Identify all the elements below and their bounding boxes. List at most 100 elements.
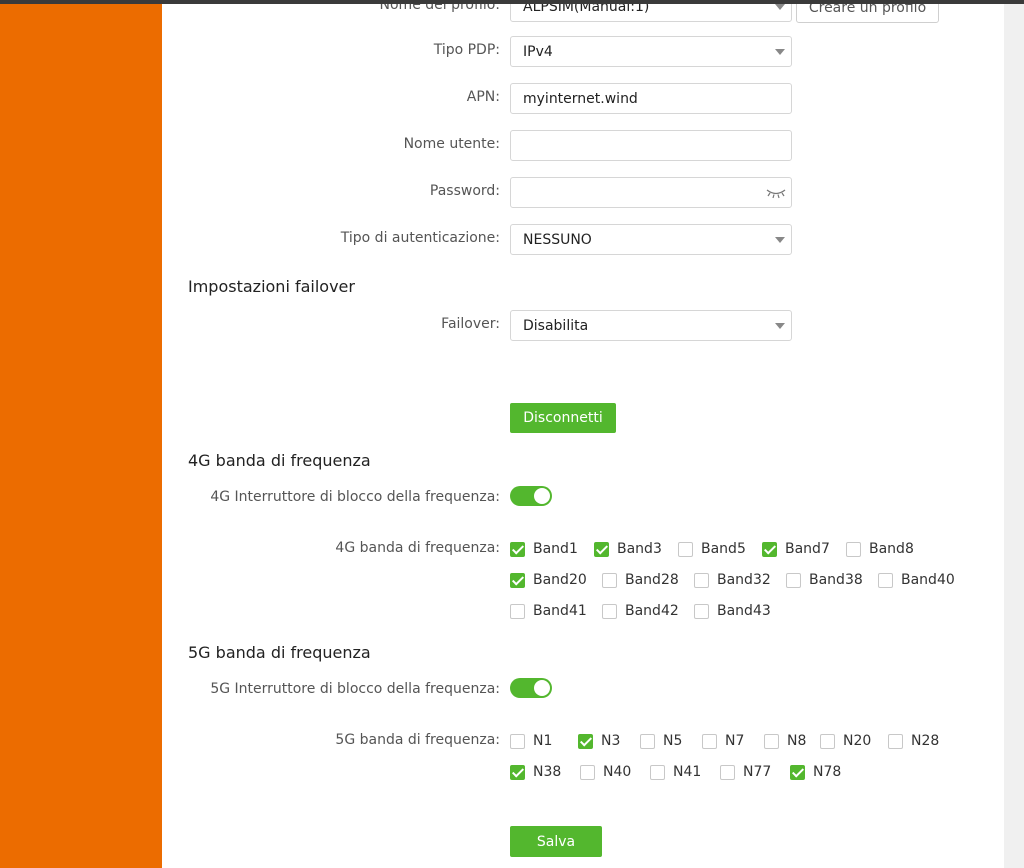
checkbox-empty-icon[interactable] bbox=[640, 733, 655, 749]
band-checkbox-label: Band28 bbox=[625, 572, 679, 588]
failover-section-title: Impostazioni failover bbox=[188, 277, 355, 296]
failover-label: Failover: bbox=[441, 316, 500, 332]
band-checkbox[interactable]: Band43 bbox=[694, 602, 771, 620]
checkbox-empty-icon[interactable] bbox=[694, 572, 709, 588]
band-checkbox[interactable]: Band40 bbox=[878, 571, 955, 589]
checkbox-empty-icon[interactable] bbox=[602, 603, 617, 619]
band-checkbox[interactable]: N8 bbox=[764, 732, 806, 750]
band-checkbox-label: N28 bbox=[911, 733, 940, 749]
band-checkbox[interactable]: N20 bbox=[820, 732, 871, 750]
checkbox-empty-icon[interactable] bbox=[720, 764, 735, 780]
checkbox-empty-icon[interactable] bbox=[846, 541, 861, 557]
band-checkbox-label: Band8 bbox=[869, 541, 914, 557]
band-checkbox-label: Band32 bbox=[717, 572, 771, 588]
band-checkbox[interactable]: Band28 bbox=[602, 571, 679, 589]
band-checkbox[interactable]: N5 bbox=[640, 732, 682, 750]
pdp-type-value: IPv4 bbox=[523, 43, 553, 60]
band-checkbox-label: Band5 bbox=[701, 541, 746, 557]
band-checkbox[interactable]: Band32 bbox=[694, 571, 771, 589]
band-checkbox[interactable]: Band20 bbox=[510, 571, 587, 589]
band-checkbox[interactable]: Band8 bbox=[846, 540, 914, 558]
band-checkbox-label: N5 bbox=[663, 733, 683, 749]
band-checkbox[interactable]: N38 bbox=[510, 763, 561, 781]
username-field[interactable] bbox=[510, 130, 792, 161]
band-checkbox-label: N40 bbox=[603, 764, 632, 780]
band4g-lock-label: 4G Interruttore di blocco della frequenz… bbox=[210, 489, 500, 505]
band-checkbox-label: Band43 bbox=[717, 603, 771, 619]
band-checkbox-label: Band20 bbox=[533, 572, 587, 588]
band5g-bands-label: 5G banda di frequenza: bbox=[335, 732, 500, 748]
eye-closed-icon[interactable] bbox=[765, 185, 787, 199]
band-checkbox-label: Band41 bbox=[533, 603, 587, 619]
profile-name-label: Nome del profilo: bbox=[379, 4, 500, 13]
failover-value: Disabilita bbox=[523, 317, 589, 334]
toggle-knob bbox=[534, 488, 550, 504]
band-checkbox[interactable]: N40 bbox=[580, 763, 631, 781]
band-checkbox[interactable]: N1 bbox=[510, 732, 552, 750]
band4g-lock-toggle[interactable] bbox=[510, 486, 552, 506]
band-checkbox-label: N38 bbox=[533, 764, 562, 780]
checkbox-empty-icon[interactable] bbox=[702, 733, 717, 749]
band-checkbox-label: Band3 bbox=[617, 541, 662, 557]
checkbox-checked-icon[interactable] bbox=[510, 541, 525, 557]
apn-input[interactable] bbox=[523, 90, 779, 107]
checkbox-empty-icon[interactable] bbox=[510, 733, 525, 749]
username-label: Nome utente: bbox=[403, 136, 500, 152]
checkbox-empty-icon[interactable] bbox=[678, 541, 693, 557]
checkbox-empty-icon[interactable] bbox=[764, 733, 779, 749]
band5g-lock-toggle[interactable] bbox=[510, 678, 552, 698]
band-checkbox[interactable]: Band3 bbox=[594, 540, 662, 558]
checkbox-empty-icon[interactable] bbox=[602, 572, 617, 588]
auth-type-select[interactable]: NESSUNO bbox=[510, 224, 792, 255]
page-gutter bbox=[1004, 4, 1024, 868]
band-checkbox[interactable]: N28 bbox=[888, 732, 939, 750]
band-checkbox-label: N20 bbox=[843, 733, 872, 749]
checkbox-checked-icon[interactable] bbox=[510, 764, 525, 780]
apn-field[interactable] bbox=[510, 83, 792, 114]
save-button[interactable]: Salva bbox=[510, 826, 602, 857]
band-checkbox-label: N3 bbox=[601, 733, 621, 749]
profile-name-select[interactable]: ALPSIM(Manual:1) bbox=[510, 4, 792, 22]
checkbox-empty-icon[interactable] bbox=[580, 764, 595, 780]
checkbox-empty-icon[interactable] bbox=[878, 572, 893, 588]
settings-panel: Nome del profilo: ALPSIM(Manual:1) Crear… bbox=[162, 4, 1004, 868]
checkbox-checked-icon[interactable] bbox=[578, 733, 593, 749]
pdp-type-label: Tipo PDP: bbox=[433, 42, 500, 58]
band-checkbox[interactable]: Band7 bbox=[762, 540, 830, 558]
band-checkbox-label: Band7 bbox=[785, 541, 830, 557]
band-checkbox[interactable]: N78 bbox=[790, 763, 841, 781]
checkbox-empty-icon[interactable] bbox=[510, 603, 525, 619]
band-checkbox[interactable]: Band5 bbox=[678, 540, 746, 558]
checkbox-empty-icon[interactable] bbox=[694, 603, 709, 619]
band-checkbox-label: N8 bbox=[787, 733, 807, 749]
band-checkbox[interactable]: Band41 bbox=[510, 602, 587, 620]
band-checkbox[interactable]: N7 bbox=[702, 732, 744, 750]
band-checkbox[interactable]: N3 bbox=[578, 732, 620, 750]
band-checkbox-label: Band42 bbox=[625, 603, 679, 619]
band-checkbox-label: Band38 bbox=[809, 572, 863, 588]
checkbox-checked-icon[interactable] bbox=[790, 764, 805, 780]
disconnect-button[interactable]: Disconnetti bbox=[510, 403, 616, 433]
band-checkbox-label: Band40 bbox=[901, 572, 955, 588]
checkbox-empty-icon[interactable] bbox=[650, 764, 665, 780]
checkbox-checked-icon[interactable] bbox=[762, 541, 777, 557]
pdp-type-select[interactable]: IPv4 bbox=[510, 36, 792, 67]
checkbox-checked-icon[interactable] bbox=[594, 541, 609, 557]
checkbox-checked-icon[interactable] bbox=[510, 572, 525, 588]
username-input[interactable] bbox=[523, 137, 779, 154]
band-checkbox[interactable]: N77 bbox=[720, 763, 771, 781]
band-checkbox-label: N77 bbox=[743, 764, 772, 780]
password-field[interactable] bbox=[510, 177, 792, 208]
create-profile-button[interactable]: Creare un profilo bbox=[796, 4, 939, 23]
checkbox-empty-icon[interactable] bbox=[888, 733, 903, 749]
profile-name-row: Nome del profilo: ALPSIM(Manual:1) Crear… bbox=[162, 4, 1004, 35]
band-checkbox[interactable]: Band42 bbox=[602, 602, 679, 620]
band-checkbox[interactable]: Band38 bbox=[786, 571, 863, 589]
failover-select[interactable]: Disabilita bbox=[510, 310, 792, 341]
checkbox-empty-icon[interactable] bbox=[820, 733, 835, 749]
band-checkbox[interactable]: Band1 bbox=[510, 540, 578, 558]
band-checkbox[interactable]: N41 bbox=[650, 763, 701, 781]
password-input[interactable] bbox=[523, 184, 779, 201]
checkbox-empty-icon[interactable] bbox=[786, 572, 801, 588]
band-checkbox-label: N1 bbox=[533, 733, 553, 749]
